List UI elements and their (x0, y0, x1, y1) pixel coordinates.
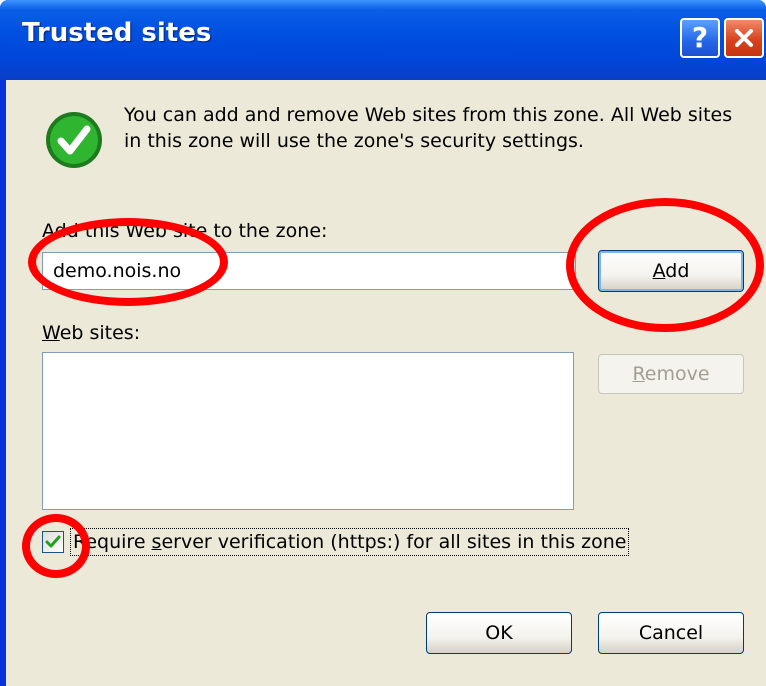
web-sites-label-rest: eb sites: (59, 322, 141, 344)
checkbox-check-icon (45, 535, 61, 548)
add-label-rest: dd (665, 260, 690, 282)
remove-mnemonic: R (632, 363, 645, 385)
zone-description: You can add and remove Web sites from th… (124, 104, 733, 152)
trusted-sites-dialog: Trusted sites ? You can add and remove W… (0, 0, 766, 686)
add-site-label: Add this Web site to the zone: (42, 220, 328, 242)
close-button[interactable] (724, 18, 764, 58)
web-sites-mnemonic: W (42, 322, 60, 344)
checkmark-icon (46, 112, 102, 168)
ok-button[interactable]: OK (426, 612, 572, 654)
website-input[interactable] (42, 252, 576, 290)
add-button[interactable]: Add (598, 250, 744, 292)
help-button[interactable]: ? (680, 18, 720, 58)
add-mnemonic: A (652, 260, 666, 282)
verify-label-before: Require (73, 531, 152, 553)
verify-label-after: erver verification (https:) for all site… (161, 531, 627, 553)
close-icon (735, 29, 753, 47)
help-icon: ? (691, 21, 709, 54)
cancel-button[interactable]: Cancel (598, 612, 744, 654)
web-sites-list[interactable] (42, 352, 574, 510)
server-verification-checkbox[interactable] (42, 531, 64, 553)
dialog-body: You can add and remove Web sites from th… (6, 80, 766, 686)
remove-label-rest: emove (644, 363, 710, 385)
server-verification-label[interactable]: Require server verification (https:) for… (70, 528, 630, 556)
web-sites-label: Web sites: (42, 322, 140, 344)
verify-mnemonic: s (151, 531, 162, 553)
title-bar[interactable]: Trusted sites ? (0, 0, 766, 80)
window-title: Trusted sites (22, 18, 212, 48)
remove-button[interactable]: Remove (598, 354, 744, 394)
